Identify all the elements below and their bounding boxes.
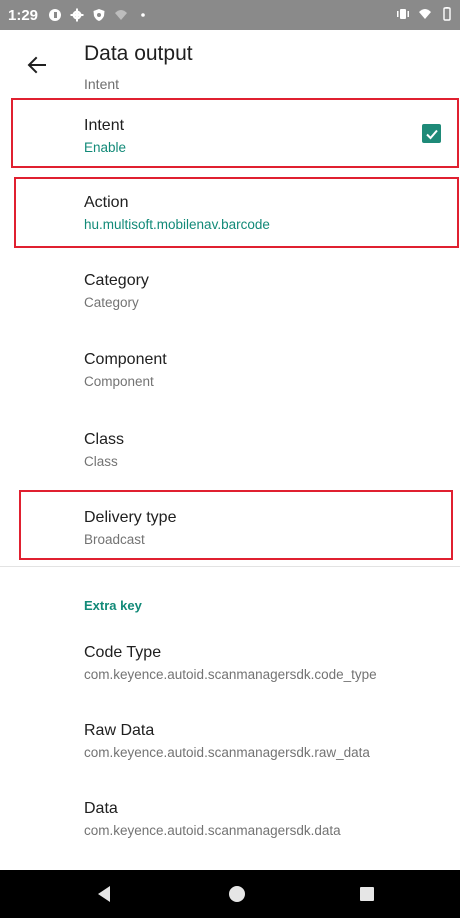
wifi-icon bbox=[114, 8, 128, 22]
status-icons-right bbox=[396, 7, 454, 21]
status-time: 1:29 bbox=[8, 6, 39, 24]
pref-raw-data[interactable]: Raw Data com.keyence.autoid.scanmanagers… bbox=[0, 712, 460, 782]
pref-class-title: Class bbox=[84, 431, 125, 448]
dot-icon bbox=[136, 8, 150, 22]
g-icon bbox=[48, 8, 62, 22]
pref-delivery-type-summary: Broadcast bbox=[84, 532, 145, 547]
pref-intent-summary: Enable bbox=[84, 140, 127, 155]
pref-delivery-type[interactable]: Delivery type Broadcast bbox=[0, 498, 460, 558]
pref-intent[interactable]: Intent Enable bbox=[0, 104, 460, 164]
gear-icon bbox=[70, 8, 84, 22]
pref-component[interactable]: Component Component bbox=[0, 341, 460, 411]
nav-back-icon[interactable] bbox=[94, 884, 114, 904]
pref-code-type-title: Code Type bbox=[84, 644, 162, 661]
pref-action[interactable]: Action hu.multisoft.mobilenav.barcode bbox=[0, 184, 460, 244]
pref-raw-data-title: Raw Data bbox=[84, 722, 155, 739]
pref-class[interactable]: Class Class bbox=[0, 421, 460, 491]
wifi-icon bbox=[418, 7, 432, 21]
pref-class-summary: Class bbox=[84, 454, 118, 469]
pref-intent-title: Intent bbox=[84, 117, 125, 134]
vibrate-icon bbox=[396, 7, 410, 21]
status-bar: 1:29 bbox=[0, 0, 460, 30]
pref-data[interactable]: Data com.keyence.autoid.scanmanagersdk.d… bbox=[0, 790, 460, 860]
nav-recents-icon[interactable] bbox=[357, 884, 377, 904]
navigation-bar bbox=[0, 870, 460, 918]
pref-component-title: Component bbox=[84, 351, 167, 368]
pref-category-summary: Category bbox=[84, 295, 139, 310]
pref-delivery-type-title: Delivery type bbox=[84, 509, 177, 526]
nav-home-icon[interactable] bbox=[227, 884, 247, 904]
pref-code-type-summary: com.keyence.autoid.scanmanagersdk.code_t… bbox=[84, 667, 377, 682]
status-icons-left bbox=[48, 8, 150, 22]
pref-component-summary: Component bbox=[84, 374, 154, 389]
pref-category-title: Category bbox=[84, 272, 149, 289]
pref-code-type[interactable]: Code Type com.keyence.autoid.scanmanager… bbox=[0, 634, 460, 704]
page-subtitle: Intent bbox=[84, 76, 120, 92]
pref-data-title: Data bbox=[84, 800, 118, 817]
pref-data-summary: com.keyence.autoid.scanmanagersdk.data bbox=[84, 823, 341, 838]
pref-category[interactable]: Category Category bbox=[0, 262, 460, 332]
pref-action-summary: hu.multisoft.mobilenav.barcode bbox=[84, 217, 270, 232]
divider bbox=[0, 566, 460, 567]
shield-icon bbox=[92, 8, 106, 22]
app-bar: Data output Intent bbox=[0, 30, 460, 102]
pref-action-title: Action bbox=[84, 194, 129, 211]
intent-checkbox[interactable] bbox=[422, 124, 441, 143]
pref-raw-data-summary: com.keyence.autoid.scanmanagersdk.raw_da… bbox=[84, 745, 370, 760]
back-arrow-icon[interactable] bbox=[22, 50, 52, 80]
page-title: Data output bbox=[84, 42, 193, 65]
section-header-extra-key: Extra key bbox=[84, 598, 142, 613]
battery-icon bbox=[440, 7, 454, 21]
